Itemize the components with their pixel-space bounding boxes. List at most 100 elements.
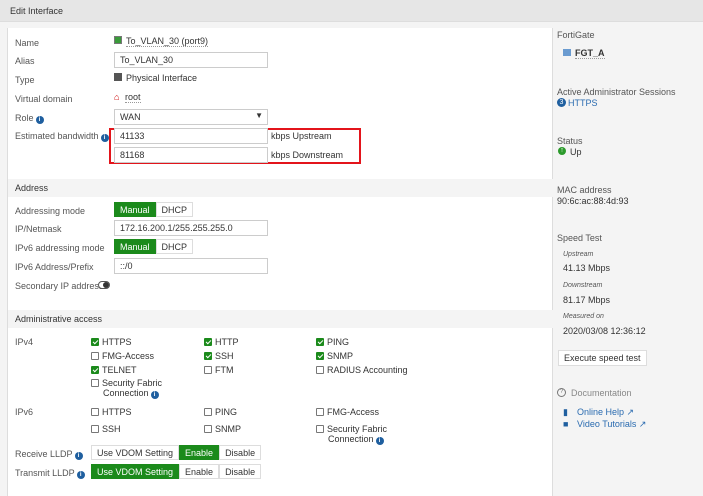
receive-lldp-toggle: Use VDOM Setting Enable Disable <box>91 445 262 460</box>
checkbox-ipv6-ssh[interactable]: SSH <box>91 424 121 434</box>
checkbox-icon[interactable] <box>91 408 99 416</box>
checkbox-icon[interactable] <box>91 366 99 374</box>
checkbox-ipv6-https[interactable]: HTTPS <box>91 407 132 417</box>
ipv6-mode-toggle: Manual DHCP <box>114 239 194 254</box>
fortigate-icon <box>563 49 571 56</box>
vdom-value: root <box>125 92 141 103</box>
checkbox-ipv4-ftm[interactable]: FTM <box>204 365 234 375</box>
transmit-lldp-label: Transmit LLDP i <box>15 468 85 479</box>
ipv6-prefix-input[interactable]: ::/0 <box>114 258 268 274</box>
checkbox-icon[interactable] <box>91 338 99 346</box>
edit-form: Name To_VLAN_30 (port9) Alias To_VLAN_30… <box>7 28 554 496</box>
upstream-unit: kbps Upstream <box>271 131 332 141</box>
downstream-label: Downstream <box>563 282 603 289</box>
checkbox-icon[interactable] <box>316 408 324 416</box>
ip-netmask-label: IP/Netmask <box>15 224 62 234</box>
checkbox-ipv4-snmp[interactable]: SNMP <box>316 351 353 361</box>
checkbox-ipv4-ssh[interactable]: SSH <box>204 351 234 361</box>
checkbox-icon[interactable] <box>316 352 324 360</box>
checkbox-icon[interactable] <box>316 338 324 346</box>
checkbox-icon[interactable] <box>204 366 212 374</box>
checkbox-ipv4-http[interactable]: HTTP <box>204 337 239 347</box>
alias-input[interactable]: To_VLAN_30 <box>114 52 268 68</box>
transmit-lldp-toggle: Use VDOM Setting Enable Disable <box>91 464 262 479</box>
type-value: Physical Interface <box>126 73 198 83</box>
ipv6-dhcp-button[interactable]: DHCP <box>155 239 194 254</box>
help-icon: ? <box>557 388 566 397</box>
ipv6-manual-button[interactable]: Manual <box>114 239 156 254</box>
chevron-down-icon: ▼ <box>255 111 263 120</box>
status-label: Status <box>557 136 583 146</box>
role-select[interactable]: WAN ▼ <box>114 109 268 125</box>
ipv6-prefix-label: IPv6 Address/Prefix <box>15 262 94 272</box>
checkbox-ipv4-radius-accounting[interactable]: RADIUS Accounting <box>316 365 408 375</box>
checkbox-ipv4-https[interactable]: HTTPS <box>91 337 132 347</box>
checkbox-ipv4-telnet[interactable]: TELNET <box>91 365 137 375</box>
checkbox-ipv6-fmg-access[interactable]: FMG-Access <box>316 407 379 417</box>
fortigate-label: FortiGate <box>557 30 595 40</box>
checkbox-ipv4-ping[interactable]: PING <box>316 337 349 347</box>
checkbox-icon[interactable] <box>316 366 324 374</box>
manual-button[interactable]: Manual <box>114 202 156 217</box>
enable-button[interactable]: Enable <box>179 445 220 460</box>
sessions-count-badge: 3 <box>557 98 566 107</box>
info-icon: i <box>100 134 109 142</box>
downstream-unit: kbps Downstream <box>271 150 344 160</box>
upstream-input[interactable]: 41133 <box>114 128 268 144</box>
speed-test-label: Speed Test <box>557 233 602 243</box>
video-icon: ■ <box>563 419 569 429</box>
checkbox-icon[interactable] <box>316 425 324 433</box>
checkbox-ipv6-snmp[interactable]: SNMP <box>204 424 241 434</box>
checkbox-ipv4-fmg-access[interactable]: FMG-Access <box>91 351 154 361</box>
checkbox-ipv6-ping[interactable]: PING <box>204 407 237 417</box>
checkbox-ipv4-security-fabric[interactable]: Security Fabric Connection i <box>91 378 162 399</box>
vdom-icon: ⌂ <box>114 92 120 102</box>
checkbox-icon[interactable] <box>91 425 99 433</box>
checkbox-ipv6-security-fabric[interactable]: Security Fabric Connection i <box>316 424 387 445</box>
checkbox-icon[interactable] <box>204 425 212 433</box>
admin-access-section-header: Administrative access <box>8 310 554 328</box>
checkbox-icon[interactable] <box>91 352 99 360</box>
addressing-mode-toggle: Manual DHCP <box>114 202 194 217</box>
dhcp-button[interactable]: DHCP <box>155 202 194 217</box>
receive-lldp-label: Receive LLDP i <box>15 449 83 460</box>
info-icon: i <box>74 452 83 460</box>
bandwidth-label: Estimated bandwidth i <box>15 131 109 142</box>
secondary-ip-label: Secondary IP address <box>15 281 104 291</box>
use-vdom-button[interactable]: Use VDOM Setting <box>91 464 180 479</box>
status-value: Up <box>570 147 582 157</box>
checkbox-icon[interactable] <box>91 379 99 387</box>
use-vdom-button[interactable]: Use VDOM Setting <box>91 445 180 460</box>
checkbox-icon[interactable] <box>204 338 212 346</box>
alias-label: Alias <box>15 56 35 66</box>
ipv6-label: IPv6 <box>15 407 34 417</box>
port-icon <box>114 36 122 44</box>
book-icon: ▮ <box>563 407 568 417</box>
addressing-mode-label: Addressing mode <box>15 206 86 216</box>
physical-interface-icon <box>114 73 122 81</box>
downstream-value: 81.17 Mbps <box>563 295 611 305</box>
secondary-ip-toggle[interactable] <box>98 281 110 289</box>
downstream-input[interactable]: 81168 <box>114 147 268 163</box>
sessions-link[interactable]: HTTPS <box>568 98 598 108</box>
documentation-label: Documentation <box>571 388 632 398</box>
type-label: Type <box>15 75 35 85</box>
upstream-value: 41.13 Mbps <box>563 263 611 273</box>
info-icon: i <box>76 471 85 479</box>
ip-netmask-input[interactable]: 172.16.200.1/255.255.255.0 <box>114 220 268 236</box>
execute-speed-test-button[interactable]: Execute speed test <box>558 350 647 366</box>
video-tutorials-link[interactable]: Video Tutorials ↗ <box>577 419 646 430</box>
role-label: Role i <box>15 113 44 124</box>
name-label: Name <box>15 38 40 48</box>
checkbox-icon[interactable] <box>204 408 212 416</box>
page-title: Edit Interface <box>10 6 64 16</box>
status-up-icon: ↑ <box>558 147 566 155</box>
disable-button[interactable]: Disable <box>219 445 262 460</box>
enable-button[interactable]: Enable <box>179 464 220 479</box>
fortigate-value: FGT_A <box>575 48 605 59</box>
checkbox-icon[interactable] <box>204 352 212 360</box>
disable-button[interactable]: Disable <box>219 464 262 479</box>
name-value: To_VLAN_30 (port9) <box>126 36 209 47</box>
address-section-header: Address <box>8 179 554 197</box>
online-help-link[interactable]: Online Help ↗ <box>577 407 634 418</box>
